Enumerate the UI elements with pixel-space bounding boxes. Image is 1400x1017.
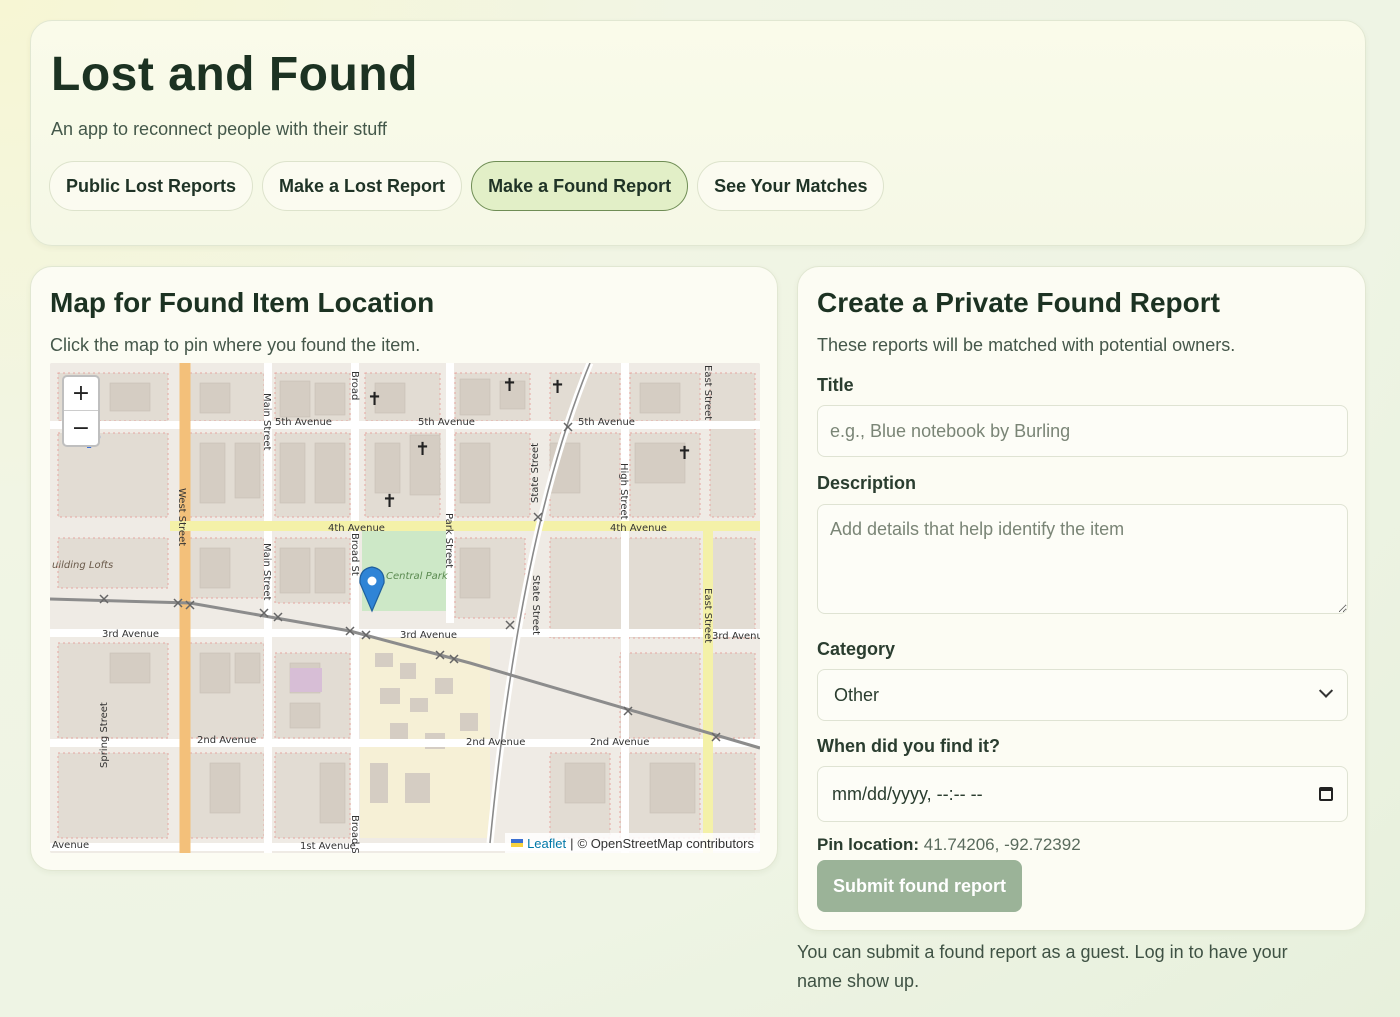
- svg-text:Spring Street: Spring Street: [99, 702, 110, 768]
- svg-text:High Street: High Street: [618, 463, 629, 520]
- osm-attribution-link[interactable]: © OpenStreetMap contributors: [578, 836, 755, 851]
- svg-text:Central Park: Central Park: [386, 571, 449, 582]
- description-label: Description: [817, 473, 917, 493]
- category-selected-value: Other: [834, 684, 880, 705]
- nav-public-lost-reports[interactable]: Public Lost Reports: [49, 161, 254, 211]
- datetime-value: mm/dd/yyyy, --:-- --: [832, 783, 983, 804]
- svg-text:3rd Avenue: 3rd Avenue: [102, 629, 159, 640]
- ukraine-flag-icon: [511, 839, 524, 847]
- map-card-title: Map for Found Item Location: [50, 287, 435, 318]
- pin-location-value: 41.74206, -92.72392: [923, 835, 1081, 854]
- form-title: Create a Private Found Report: [817, 287, 1220, 318]
- svg-text:✝: ✝: [415, 439, 430, 460]
- calendar-icon[interactable]: [1319, 787, 1333, 801]
- svg-text:5th Avenue: 5th Avenue: [418, 417, 475, 428]
- svg-text:East Street: East Street: [702, 365, 713, 420]
- svg-text:State Street: State Street: [530, 443, 541, 503]
- map-instruction: Click the map to pin where you found the…: [50, 335, 421, 355]
- category-select[interactable]: Other: [817, 669, 1348, 721]
- svg-text:5th Avenue: 5th Avenue: [275, 417, 332, 428]
- app-title: Lost and Found: [51, 48, 418, 101]
- map-card: Map for Found Item Location Click the ma…: [30, 266, 778, 871]
- title-label: Title: [817, 375, 854, 395]
- svg-text:✝: ✝: [677, 443, 692, 464]
- svg-text:4th Avenue: 4th Avenue: [610, 523, 667, 534]
- form-subtitle: These reports will be matched with poten…: [817, 335, 1236, 355]
- svg-text:Broad S: Broad S: [349, 815, 360, 853]
- svg-text:Main Street: Main Street: [261, 393, 272, 451]
- guest-note: You can submit a found report as a guest…: [797, 942, 1288, 991]
- svg-text:✝: ✝: [502, 375, 517, 396]
- svg-text:uilding Lofts: uilding Lofts: [52, 560, 113, 571]
- svg-text:3rd Avenue: 3rd Avenue: [400, 630, 457, 641]
- location-map[interactable]: ✝ ✝ ✝ ✝ ✝ ✝ 5th Avenue 5th Avenue 5th Av…: [50, 363, 760, 853]
- svg-text:2nd Avenue: 2nd Avenue: [466, 737, 525, 748]
- nav-make-lost-report[interactable]: Make a Lost Report: [262, 161, 463, 211]
- svg-text:State Street: State Street: [530, 575, 541, 635]
- svg-text:✝: ✝: [367, 389, 382, 410]
- nav-see-your-matches[interactable]: See Your Matches: [697, 161, 885, 211]
- svg-text:Broad St: Broad St: [349, 533, 360, 576]
- map-attribution: Leaflet | © OpenStreetMap contributors: [505, 833, 760, 853]
- svg-text:Avenue: Avenue: [52, 840, 89, 851]
- nav-make-found-report[interactable]: Make a Found Report: [471, 161, 689, 211]
- header-card: Lost and Found An app to reconnect peopl…: [30, 20, 1366, 246]
- chevron-down-icon: [1318, 683, 1334, 698]
- svg-text:✝: ✝: [550, 377, 565, 398]
- main-nav: Public Lost Reports Make a Lost Report M…: [49, 161, 885, 211]
- found-report-form-card: Create a Private Found Report These repo…: [797, 266, 1366, 931]
- svg-text:1st Avenue: 1st Avenue: [300, 841, 356, 852]
- svg-text:2nd Avenue: 2nd Avenue: [197, 735, 256, 746]
- svg-text:✝: ✝: [382, 491, 397, 512]
- zoom-out-button[interactable]: −: [64, 411, 98, 445]
- zoom-control: + −: [62, 375, 100, 447]
- svg-text:5th Avenue: 5th Avenue: [578, 417, 635, 428]
- description-textarea[interactable]: [817, 504, 1348, 614]
- svg-text:Park Street: Park Street: [443, 513, 454, 568]
- pin-location-label: Pin location:: [817, 835, 919, 854]
- map-tiles: ✝ ✝ ✝ ✝ ✝ ✝ 5th Avenue 5th Avenue 5th Av…: [50, 363, 760, 853]
- title-input[interactable]: [817, 405, 1348, 457]
- pin-location: Pin location: 41.74206, -92.72392: [817, 835, 1081, 855]
- svg-text:Broad: Broad: [349, 371, 360, 400]
- category-label: Category: [817, 639, 896, 659]
- found-datetime-input[interactable]: mm/dd/yyyy, --:-- --: [817, 766, 1348, 822]
- leaflet-link[interactable]: Leaflet: [527, 836, 566, 851]
- svg-text:3rd Avenu: 3rd Avenu: [712, 631, 760, 642]
- date-label: When did you find it?: [817, 736, 1000, 756]
- svg-text:West Street: West Street: [176, 488, 187, 546]
- svg-text:2nd Avenue: 2nd Avenue: [590, 737, 649, 748]
- zoom-in-button[interactable]: +: [64, 377, 98, 411]
- attribution-separator: |: [570, 835, 574, 851]
- submit-found-report-button[interactable]: Submit found report: [817, 860, 1022, 912]
- app-subtitle: An app to reconnect people with their st…: [51, 119, 387, 139]
- svg-text:East Street: East Street: [702, 588, 713, 643]
- svg-text:Main Street: Main Street: [261, 543, 272, 601]
